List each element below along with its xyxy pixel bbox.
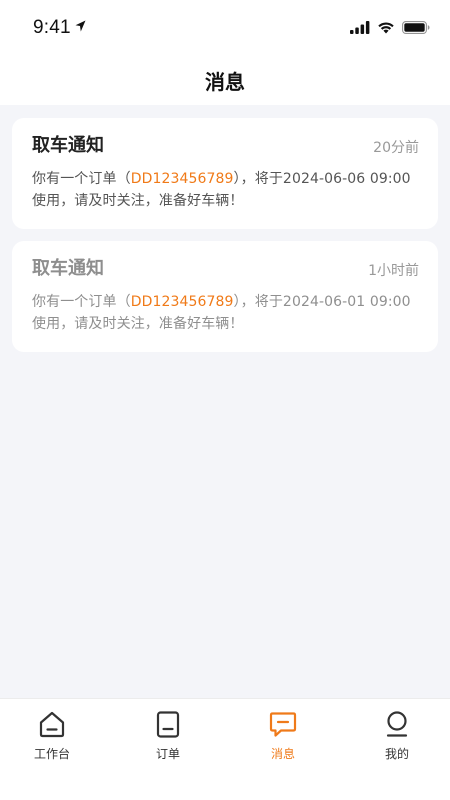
message-title: 取车通知: [32, 258, 104, 279]
tab-label: 我的: [384, 747, 409, 761]
tab-label: 工作台: [33, 747, 70, 761]
tab-label: 消息: [270, 747, 295, 761]
battery-icon: [402, 19, 430, 38]
signal-icon: [350, 19, 370, 38]
status-bar: 9:41: [0, 0, 450, 56]
status-time: 9:41: [33, 16, 86, 39]
message-text-before: 你有一个订单（: [32, 171, 131, 187]
message-icon: [233, 709, 333, 741]
message-card[interactable]: 取车通知 20分前 你有一个订单（DD123456789），将于2024-06-…: [12, 118, 438, 229]
order-id-link[interactable]: DD123456789: [131, 294, 234, 310]
message-card[interactable]: 取车通知 1小时前 你有一个订单（DD123456789），将于2024-06-…: [12, 241, 438, 352]
status-icons: [350, 19, 430, 38]
tab-bar: 工作台 订单 消息 我的: [0, 698, 450, 800]
message-list: 取车通知 20分前 你有一个订单（DD123456789），将于2024-06-…: [12, 118, 438, 364]
wifi-icon: [377, 19, 395, 38]
page-title: 消息: [205, 70, 245, 94]
message-text-before: 你有一个订单（: [32, 294, 131, 310]
message-body: 你有一个订单（DD123456789），将于2024-06-01 09:00使用…: [32, 291, 418, 335]
message-title: 取车通知: [32, 135, 104, 156]
tab-messages[interactable]: 消息: [233, 709, 333, 762]
tab-workbench[interactable]: 工作台: [2, 709, 102, 762]
home-icon: [2, 709, 102, 741]
tab-orders[interactable]: 订单: [118, 709, 218, 762]
tab-profile[interactable]: 我的: [347, 709, 447, 762]
profile-icon: [347, 709, 447, 741]
message-time: 20分前: [373, 140, 419, 156]
status-time-text: 9:41: [33, 17, 71, 38]
tab-label: 订单: [155, 747, 180, 761]
order-icon: [118, 709, 218, 741]
order-id-link[interactable]: DD123456789: [131, 171, 234, 187]
message-body: 你有一个订单（DD123456789），将于2024-06-06 09:00使用…: [32, 168, 418, 212]
location-arrow-icon: [75, 16, 86, 38]
message-time: 1小时前: [368, 263, 419, 279]
